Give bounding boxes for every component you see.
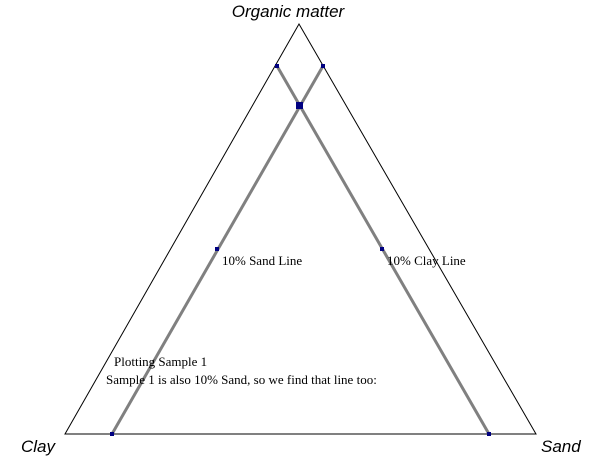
clay-line-top-marker xyxy=(275,64,279,68)
clay-line-mid-marker xyxy=(380,247,384,251)
sand-line-label: 10% Sand Line xyxy=(222,253,302,268)
caption-text: Sample 1 is also 10% Sand, so we find th… xyxy=(106,372,377,387)
sand-line-mid-marker xyxy=(215,247,219,251)
sand-line-top-marker xyxy=(321,64,325,68)
vertex-label-sand: Sand xyxy=(541,437,581,456)
clay-line-label: 10% Clay Line xyxy=(387,253,466,268)
sand-line-base-marker xyxy=(110,432,114,436)
clay-line-base-marker xyxy=(487,432,491,436)
vertex-label-organic-matter: Organic matter xyxy=(232,2,346,21)
sample-1-point xyxy=(296,102,303,109)
vertex-label-clay: Clay xyxy=(21,437,57,456)
caption-title: Plotting Sample 1 xyxy=(114,354,207,369)
ternary-diagram: Organic matter Clay Sand 10% Sand Line 1… xyxy=(21,2,581,456)
